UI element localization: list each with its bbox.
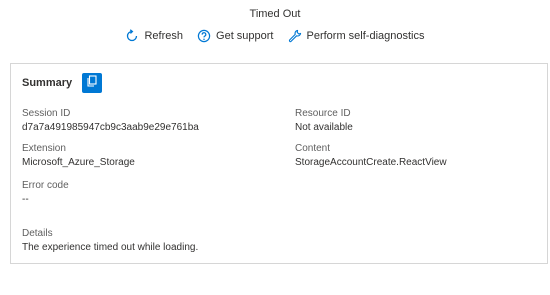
- page-title: Timed Out: [249, 8, 301, 20]
- error-code-field: Error code --: [22, 179, 69, 207]
- summary-card: Summary Session ID d7a7a491985947cb9c3aa…: [10, 63, 548, 264]
- summary-title: Summary: [22, 77, 73, 89]
- content-label: Content: [295, 143, 331, 154]
- error-code-value: --: [22, 194, 29, 205]
- refresh-label: Refresh: [144, 30, 184, 42]
- resource-id-label: Resource ID: [295, 108, 351, 119]
- self-diagnostics-button[interactable]: Perform self-diagnostics: [288, 29, 425, 43]
- session-id-label: Session ID: [22, 108, 71, 119]
- content-field: Content StorageAccountCreate.ReactView: [295, 142, 447, 170]
- error-page: Timed Out Refresh Get support Perform se…: [0, 0, 550, 295]
- get-support-label: Get support: [216, 30, 274, 42]
- summary-header: Summary: [22, 73, 103, 93]
- refresh-icon: [125, 29, 139, 43]
- wrench-icon: [288, 29, 302, 43]
- resource-id-field: Resource ID Not available: [295, 107, 353, 135]
- error-code-label: Error code: [22, 180, 69, 191]
- details-value: The experience timed out while loading.: [22, 242, 199, 253]
- self-diagnostics-label: Perform self-diagnostics: [306, 30, 425, 42]
- extension-value: Microsoft_Azure_Storage: [22, 157, 135, 168]
- copy-icon: [86, 74, 98, 92]
- resource-id-value: Not available: [295, 122, 353, 133]
- session-id-field: Session ID d7a7a491985947cb9c3aab9e29e76…: [22, 107, 199, 135]
- content-value: StorageAccountCreate.ReactView: [295, 157, 447, 168]
- extension-field: Extension Microsoft_Azure_Storage: [22, 142, 135, 170]
- details-field: Details The experience timed out while l…: [22, 227, 198, 255]
- help-circle-icon: [197, 29, 211, 43]
- copy-button[interactable]: [82, 73, 103, 93]
- extension-label: Extension: [22, 143, 66, 154]
- details-label: Details: [22, 228, 53, 239]
- action-bar: Refresh Get support Perform self-diagnos…: [0, 29, 550, 43]
- refresh-button[interactable]: Refresh: [125, 29, 183, 43]
- get-support-button[interactable]: Get support: [197, 29, 274, 43]
- session-id-value: d7a7a491985947cb9c3aab9e29e761ba: [22, 122, 199, 133]
